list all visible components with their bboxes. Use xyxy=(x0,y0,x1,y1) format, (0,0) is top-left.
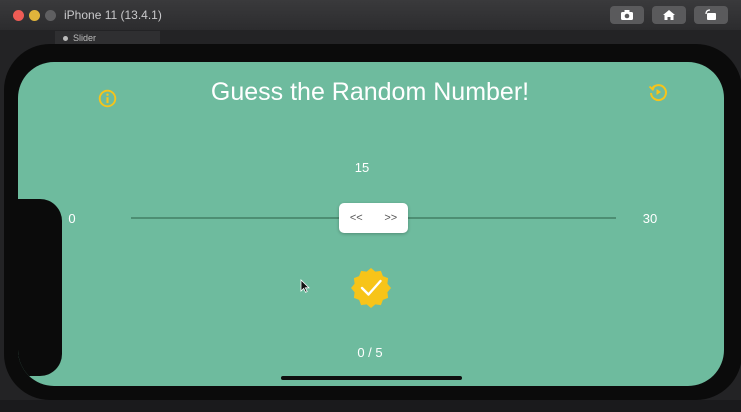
verified-check-icon[interactable] xyxy=(350,266,392,308)
phone-notch xyxy=(18,199,62,376)
thumb-right-arrows: >> xyxy=(384,212,398,224)
home-icon xyxy=(663,10,675,20)
window-title: iPhone 11 (13.4.1) xyxy=(64,8,162,22)
screenshot-icon xyxy=(621,10,633,20)
behind-tab-label: Slider xyxy=(73,33,97,43)
screenshot-button[interactable] xyxy=(610,6,644,24)
simulator-titlebar: iPhone 11 (13.4.1) xyxy=(0,0,741,31)
thumb-left-arrows: << xyxy=(349,212,363,224)
window-bottom xyxy=(0,400,741,412)
reset-icon[interactable] xyxy=(648,82,668,102)
behind-tab: Slider xyxy=(55,31,160,45)
rotate-button[interactable] xyxy=(694,6,728,24)
home-indicator[interactable] xyxy=(281,376,462,380)
score-label: 0 / 5 xyxy=(357,345,383,360)
info-icon[interactable] xyxy=(98,89,117,108)
rotate-icon xyxy=(705,9,716,20)
slider-value: 15 xyxy=(354,160,370,175)
home-button[interactable] xyxy=(652,6,686,24)
minimize-window-button[interactable] xyxy=(29,10,40,21)
slider-max-label: 30 xyxy=(642,211,658,226)
mouse-cursor-icon xyxy=(300,279,310,293)
page-title: Guess the Random Number! xyxy=(210,78,530,106)
slider-thumb[interactable]: << >> xyxy=(339,203,408,233)
zoom-window-button[interactable] xyxy=(45,10,56,21)
close-window-button[interactable] xyxy=(13,10,24,21)
slider-min-label: 0 xyxy=(68,211,76,226)
